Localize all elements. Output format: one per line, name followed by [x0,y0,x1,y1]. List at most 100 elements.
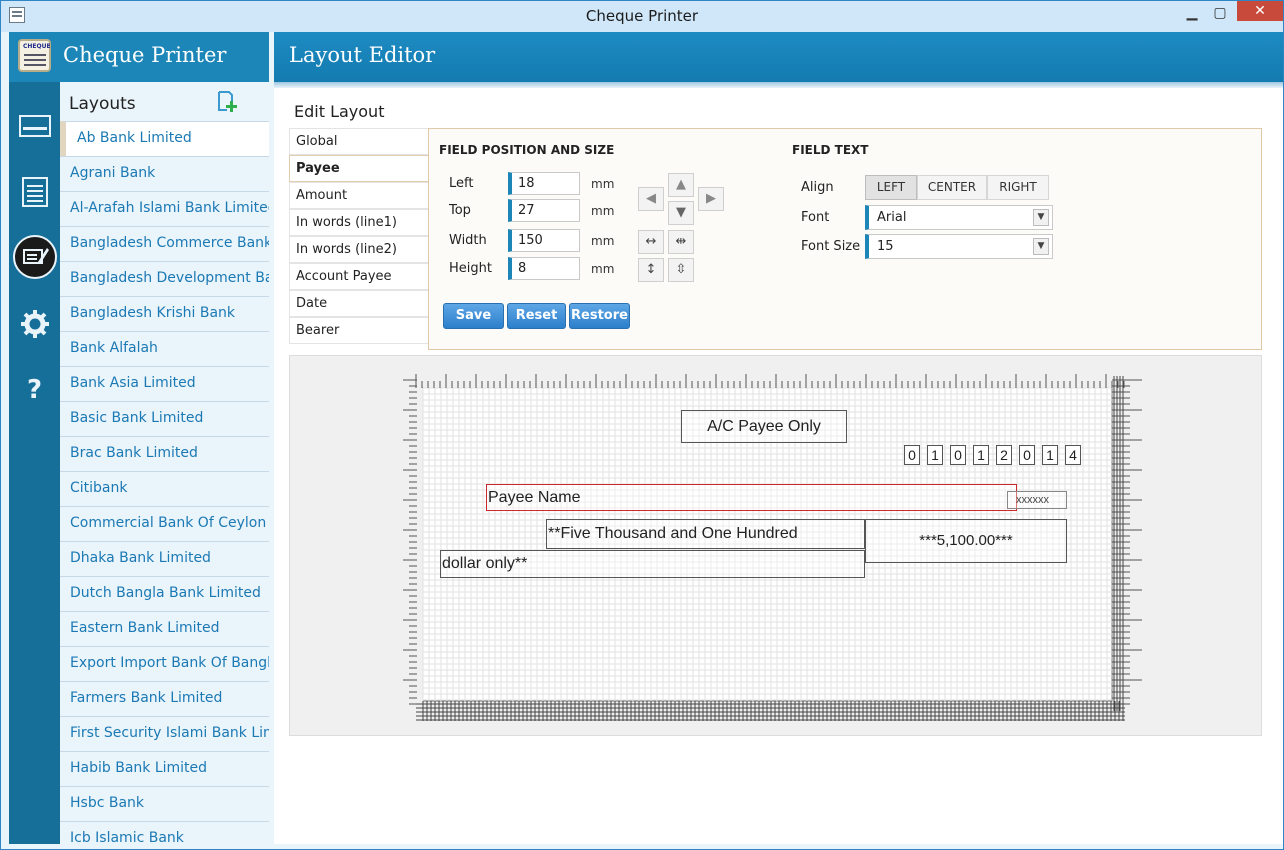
height-label: Height [449,261,492,276]
bank-layout-item[interactable]: Export Import Bank Of Bangladesh [60,646,269,681]
tab-in-words-line1[interactable]: In words (line1) [289,209,429,236]
bank-layout-item[interactable]: Bank Alfalah [60,331,269,366]
move-down-button[interactable]: ▼ [668,201,694,225]
amount-field[interactable]: ***5,100.00*** [865,519,1067,563]
bank-layout-item[interactable]: Bangladesh Krishi Bank [60,296,269,331]
app-header: Cheque Printer [60,32,269,82]
layouts-heading: Layouts [69,94,136,114]
save-button[interactable]: Save [443,303,504,329]
date-digit-box: 0 [904,445,920,465]
left-input[interactable]: 18 [508,172,580,195]
bank-layout-item[interactable]: Bangladesh Commerce Bank Limited [60,226,269,261]
add-layout-icon[interactable] [216,90,238,112]
bank-layout-item[interactable]: Bank Asia Limited [60,366,269,401]
ac-payee-field[interactable]: A/C Payee Only [681,410,847,443]
increase-width-icon[interactable]: ↔ [638,230,664,254]
font-size-label: Font Size [801,239,861,254]
font-select[interactable]: Arial ▼ [865,205,1053,230]
minimize-button[interactable]: ▁ [1181,3,1203,25]
tab-date[interactable]: Date [289,290,429,317]
cheque-preview-canvas: A/C Payee Only 01012014 Payee Name xxxxx… [289,355,1262,736]
tab-amount[interactable]: Amount [289,182,429,209]
words-line2-field[interactable]: dollar only** [440,550,865,578]
date-digit-box: 0 [950,445,966,465]
date-digit-box: 4 [1065,445,1081,465]
layout-editor-icon[interactable] [9,235,60,279]
bank-layout-list: Ab Bank Limited Agrani Bank Al-Arafah Isla… [60,121,269,844]
help-icon[interactable]: ? [9,368,60,412]
left-label: Left [449,176,474,191]
payee-suffix-field[interactable]: xxxxxx [1007,491,1067,509]
field-tabs: Global Payee Amount In words (line1) In word… [289,128,429,344]
tab-bearer[interactable]: Bearer [289,317,429,344]
decrease-height-icon[interactable]: ⇳ [668,258,694,282]
align-center-button[interactable]: CENTER [917,175,987,200]
bank-layout-item[interactable]: First Security Islami Bank Limited [60,716,269,751]
bank-layout-item[interactable]: Farmers Bank Limited [60,681,269,716]
date-digit-box: 1 [973,445,989,465]
edit-layout-title: Edit Layout [294,102,385,121]
restore-button[interactable]: Restore [569,303,630,329]
settings-gear-icon[interactable] [9,302,60,346]
window-title: Cheque Printer [585,7,699,25]
width-unit: mm [591,234,615,248]
words-line1-field[interactable]: **Five Thousand and One Hundred [546,519,865,549]
top-unit: mm [591,204,615,218]
bank-layout-item[interactable]: Bangladesh Development Bank [60,261,269,296]
bank-layout-item[interactable]: Dhaka Bank Limited [60,541,269,576]
top-input[interactable]: 27 [508,199,580,222]
bank-layout-item[interactable]: Brac Bank Limited [60,436,269,471]
bank-layout-item[interactable]: Icb Islamic Bank [60,821,269,844]
date-digit-box: 2 [996,445,1012,465]
width-input[interactable]: 150 [508,229,580,252]
move-up-button[interactable]: ▲ [668,173,694,197]
move-left-button[interactable]: ◀ [638,187,664,211]
date-digit-box: 1 [927,445,943,465]
reset-button[interactable]: Reset [507,303,566,329]
card-icon[interactable] [9,104,60,148]
font-size-select[interactable]: 15 ▼ [865,234,1053,259]
tab-global[interactable]: Global [289,128,429,155]
bank-layout-item[interactable]: Basic Bank Limited [60,401,269,436]
bank-layout-item[interactable]: Agrani Bank [60,156,269,191]
bank-layout-item[interactable]: Citibank [60,471,269,506]
cheque-logo-icon: CHEQUE [18,39,51,72]
close-button[interactable]: ✕ [1237,1,1283,21]
title-bar: Cheque Printer ▁ ▢ ✕ [1,1,1283,32]
field-text-heading: FIELD TEXT [792,143,869,157]
bank-layout-item[interactable]: Eastern Bank Limited [60,611,269,646]
tab-payee[interactable]: Payee [289,155,429,182]
position-heading: FIELD POSITION AND SIZE [439,143,615,157]
bank-layout-item[interactable]: Hsbc Bank [60,786,269,821]
align-right-button[interactable]: RIGHT [987,175,1049,200]
bank-layout-item[interactable]: Ab Bank Limited [60,121,269,156]
field-properties-panel: FIELD POSITION AND SIZE Left 18 mm Top 2… [428,128,1262,350]
height-input[interactable]: 8 [508,257,580,280]
font-size-value: 15 [877,239,894,254]
increase-height-icon[interactable]: ↕ [638,258,664,282]
move-right-button[interactable]: ▶ [698,187,724,211]
app-title: Cheque Printer [63,43,227,67]
bank-layout-item[interactable]: Commercial Bank Of Ceylon [60,506,269,541]
chevron-down-icon[interactable]: ▼ [1033,238,1049,255]
date-digit-box: 0 [1019,445,1035,465]
font-value: Arial [877,210,907,225]
tab-account-payee[interactable]: Account Payee [289,263,429,290]
maximize-button[interactable]: ▢ [1207,3,1233,25]
height-unit: mm [591,262,615,276]
tab-in-words-line2[interactable]: In words (line2) [289,236,429,263]
align-label: Align [801,180,834,195]
bank-layout-item[interactable]: Habib Bank Limited [60,751,269,786]
document-list-icon[interactable] [9,170,60,214]
left-unit: mm [591,177,615,191]
editor-header: Layout Editor [274,32,1283,88]
bank-layout-item[interactable]: Dutch Bangla Bank Limited [60,576,269,611]
top-label: Top [449,203,471,218]
app-window: Cheque Printer ▁ ▢ ✕ ? Cheque Printer CH… [0,0,1284,850]
layout-editor: Edit Layout Global Payee Amount In words (l… [274,88,1283,844]
align-left-button[interactable]: LEFT [865,175,917,200]
chevron-down-icon[interactable]: ▼ [1033,209,1049,226]
payee-name-field[interactable]: Payee Name [486,484,1017,511]
bank-layout-item[interactable]: Al-Arafah Islami Bank Limited [60,191,269,226]
decrease-width-icon[interactable]: ⇹ [668,230,694,254]
